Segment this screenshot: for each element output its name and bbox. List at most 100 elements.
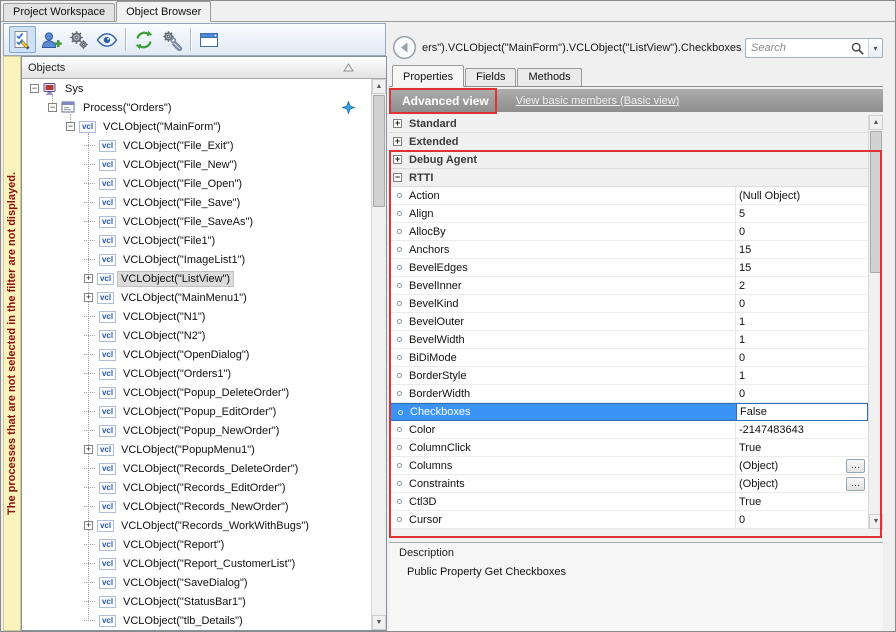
tree-item[interactable]: vclVCLObject("tlb_Details") [22,611,371,630]
collapse-expander-icon[interactable]: − [393,173,402,182]
scroll-down-icon[interactable]: ▼ [869,514,883,529]
gears-button[interactable] [65,26,92,53]
property-value-cell[interactable]: 0 [736,349,868,366]
tab-fields[interactable]: Fields [465,68,516,86]
property-group-header[interactable]: +Debug Agent [389,151,868,169]
property-row[interactable]: BevelOuter1 [389,313,868,331]
expand-expander-icon[interactable]: + [84,293,93,302]
tree-item[interactable]: vclVCLObject("Report_CustomerList") [22,554,371,573]
property-value-cell[interactable]: 0 [736,295,868,312]
property-row[interactable]: Columns(Object)… [389,457,868,475]
expand-expander-icon[interactable]: + [393,155,402,164]
property-value-cell[interactable]: -2147483643 [736,421,868,438]
property-row[interactable]: BevelEdges15 [389,259,868,277]
tree-item[interactable]: vclVCLObject("SaveDialog") [22,573,371,592]
property-value-cell[interactable]: 15 [736,259,868,276]
tree-item[interactable]: vclVCLObject("Popup_DeleteOrder") [22,383,371,402]
expand-expander-icon[interactable]: + [393,119,402,128]
tab-project-workspace[interactable]: Project Workspace [3,3,115,21]
sort-indicator-icon[interactable] [343,63,354,72]
property-value-cell[interactable]: 15 [736,241,868,258]
tree-item[interactable]: vclVCLObject("N2") [22,326,371,345]
ellipsis-button[interactable]: … [846,477,865,491]
tree-scrollbar[interactable]: ▲ ▼ [371,79,386,630]
tab-methods[interactable]: Methods [517,68,581,86]
tab-object-browser[interactable]: Object Browser [116,1,211,22]
gear-wrench-button[interactable] [158,26,185,53]
property-value-cell[interactable]: (Null Object) [736,187,868,204]
tree-item[interactable]: vclVCLObject("Records_EditOrder") [22,478,371,497]
tree-item[interactable]: vclVCLObject("OpenDialog") [22,345,371,364]
window-layout-button[interactable] [195,26,222,53]
collapse-expander-icon[interactable]: − [48,103,57,112]
expand-expander-icon[interactable]: + [84,521,93,530]
tab-properties[interactable]: Properties [392,65,464,87]
property-value-cell[interactable]: 2 [736,277,868,294]
tree-item[interactable]: vclVCLObject("File_New") [22,155,371,174]
property-row[interactable]: CheckboxesFalse [389,403,868,421]
tree-item[interactable]: vclVCLObject("File_Save") [22,193,371,212]
property-row[interactable]: BorderWidth0 [389,385,868,403]
objects-panel-header[interactable]: Objects [22,57,386,79]
tree-item[interactable]: +vclVCLObject("Records_WorkWithBugs") [22,516,371,535]
search-dropdown-icon[interactable]: ▾ [868,39,882,57]
property-value-cell[interactable]: 1 [736,313,868,330]
expand-expander-icon[interactable]: + [84,274,93,283]
refresh-button[interactable] [130,26,157,53]
eye-button[interactable] [93,26,120,53]
search-input[interactable] [746,42,850,54]
expand-expander-icon[interactable]: + [84,445,93,454]
scrollbar-thumb[interactable] [373,95,385,207]
property-row[interactable]: BevelInner2 [389,277,868,295]
property-row[interactable]: BevelKind0 [389,295,868,313]
property-value-cell[interactable]: 0 [736,511,868,528]
expand-expander-icon[interactable]: + [393,137,402,146]
tree-item[interactable]: vclVCLObject("File_SaveAs") [22,212,371,231]
property-value-cell[interactable]: 5 [736,205,868,222]
property-row[interactable]: BevelWidth1 [389,331,868,349]
tree-item[interactable]: vclVCLObject("Records_NewOrder") [22,497,371,516]
tree-item[interactable]: vclVCLObject("Popup_NewOrder") [22,421,371,440]
property-group-header[interactable]: +Extended [389,133,868,151]
scrollbar-thumb[interactable] [870,131,882,273]
property-row[interactable]: ColumnClickTrue [389,439,868,457]
collapse-expander-icon[interactable]: − [66,122,75,131]
property-value-cell[interactable]: True [736,493,868,510]
property-row[interactable]: Cursor0 [389,511,868,529]
property-group-header[interactable]: +Standard [389,115,868,133]
property-row[interactable]: Anchors15 [389,241,868,259]
property-row[interactable]: BiDiMode0 [389,349,868,367]
property-value-cell[interactable]: 0 [736,223,868,240]
tree-item[interactable]: vclVCLObject("N1") [22,307,371,326]
scroll-down-icon[interactable]: ▼ [372,615,386,630]
property-row[interactable]: AllocBy0 [389,223,868,241]
search-box[interactable]: ▾ [745,38,883,58]
property-value-cell[interactable]: 1 [736,367,868,384]
property-group-header[interactable]: −RTTI [389,169,868,187]
ellipsis-button[interactable]: … [846,459,865,473]
tree-item[interactable]: vclVCLObject("StatusBar1") [22,592,371,611]
property-value-cell[interactable]: True [736,439,868,456]
tree-item[interactable]: vclVCLObject("Orders1") [22,364,371,383]
property-value-cell[interactable]: 1 [736,331,868,348]
tree-item[interactable]: vclVCLObject("File_Exit") [22,136,371,155]
property-row[interactable]: Align5 [389,205,868,223]
scroll-up-icon[interactable]: ▲ [869,115,883,130]
add-user-button[interactable] [37,26,64,53]
basic-view-link[interactable]: View basic members (Basic view) [516,95,680,107]
tree-item[interactable]: −Process("Orders") [22,98,371,117]
tree-item[interactable]: vclVCLObject("Report") [22,535,371,554]
property-value-cell[interactable]: (Object)… [736,475,868,492]
property-row[interactable]: Color-2147483643 [389,421,868,439]
grid-scrollbar[interactable]: ▲ ▼ [868,115,883,529]
tree-item[interactable]: vclVCLObject("File1") [22,231,371,250]
back-button[interactable] [392,35,417,60]
property-row[interactable]: Constraints(Object)… [389,475,868,493]
tree-item[interactable]: vclVCLObject("File_Open") [22,174,371,193]
tree-item[interactable]: +vclVCLObject("ListView") [22,269,371,288]
tree-item[interactable]: vclVCLObject("Popup_EditOrder") [22,402,371,421]
tree-item[interactable]: +vclVCLObject("MainMenu1") [22,288,371,307]
tree-item[interactable]: +vclVCLObject("PopupMenu1") [22,440,371,459]
collapse-expander-icon[interactable]: − [30,84,39,93]
property-value-cell[interactable]: (Object)… [736,457,868,474]
